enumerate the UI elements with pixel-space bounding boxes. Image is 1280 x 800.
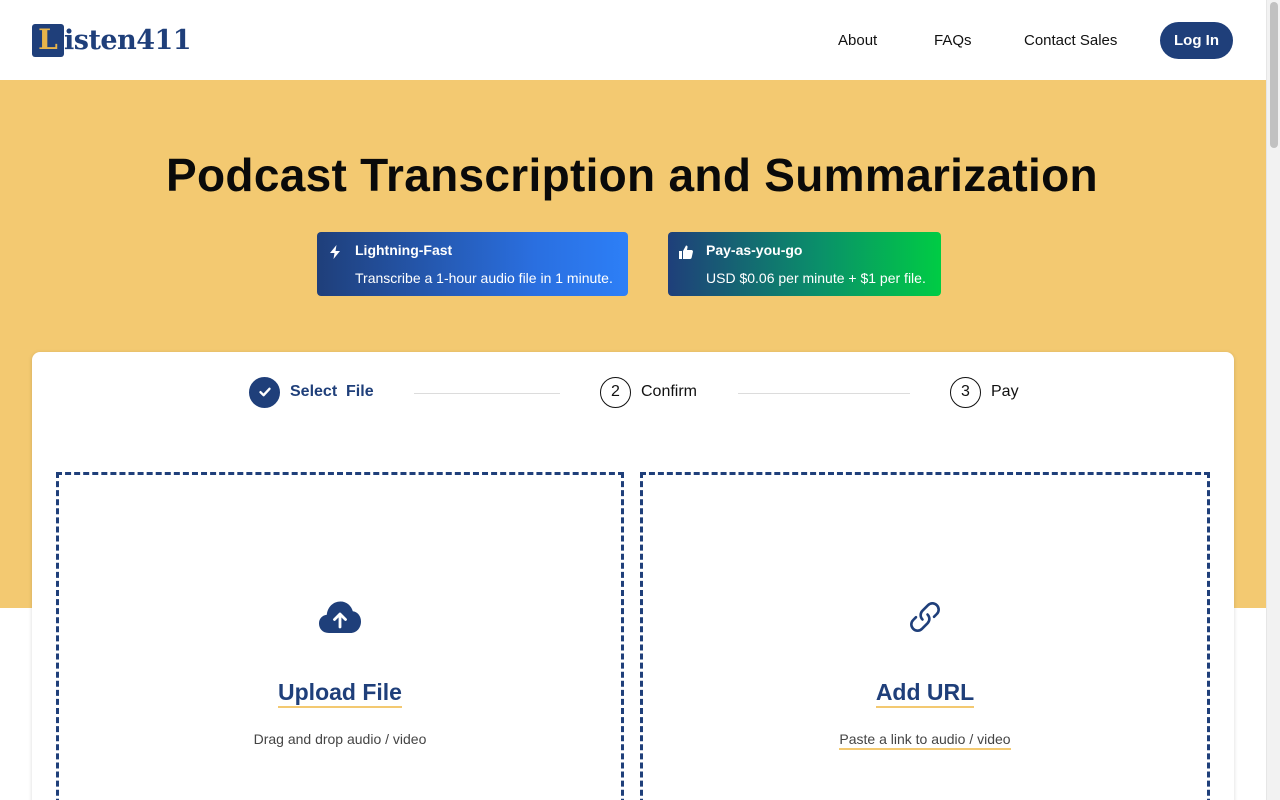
step-connector [738, 393, 910, 394]
add-url-title[interactable]: Add URL [875, 679, 975, 708]
step-number: 2 [600, 376, 631, 408]
step-label: Confirm [641, 383, 698, 400]
upload-file-title[interactable]: Upload File [278, 679, 402, 708]
feature-title: Pay-as-you-go [706, 242, 803, 258]
upload-file-dropzone[interactable]: Upload File Drag and drop audio / video [56, 472, 624, 800]
nav-contact-sales-link[interactable]: Contact Sales [1024, 32, 1117, 49]
site-header: L isten411 About FAQs Contact Sales Log … [0, 0, 1266, 80]
step-label: Select File [290, 383, 374, 400]
feature-description: USD $0.06 per minute + $1 per file. [706, 270, 926, 286]
feature-description: Transcribe a 1-hour audio file in 1 minu… [355, 270, 613, 286]
add-url-subtitle[interactable]: Paste a link to audio / video [839, 731, 1011, 750]
feature-pay-as-you-go: Pay-as-you-go USD $0.06 per minute + $1 … [668, 232, 941, 296]
login-button[interactable]: Log In [1160, 22, 1233, 59]
page-title: Podcast Transcription and Summarization [166, 149, 1098, 201]
thumbs-up-icon [679, 245, 693, 259]
logo-text: isten411 [64, 24, 192, 56]
step-label: Pay [991, 383, 1019, 400]
step-connector [414, 393, 560, 394]
step-pay: 3 Pay [950, 376, 1019, 408]
feature-title: Lightning-Fast [355, 242, 453, 258]
step-confirm: 2 Confirm [600, 376, 697, 408]
upload-file-subtitle: Drag and drop audio / video [253, 731, 427, 747]
check-icon [258, 387, 271, 397]
logo[interactable]: L isten411 [32, 23, 192, 57]
nav-about-link[interactable]: About [838, 32, 877, 49]
add-url-dropzone[interactable]: Add URL Paste a link to audio / video [640, 472, 1210, 800]
step-completed-indicator [249, 376, 280, 408]
lightning-icon [330, 245, 340, 259]
nav-faqs-link[interactable]: FAQs [934, 32, 972, 49]
scrollbar-thumb[interactable] [1270, 2, 1278, 148]
logo-mark: L [32, 23, 64, 57]
page-scrollbar[interactable] [1266, 0, 1280, 800]
cloud-upload-icon [318, 597, 362, 637]
upload-card: Select File 2 Confirm 3 Pay Upload File … [32, 352, 1234, 800]
step-number: 3 [950, 376, 981, 408]
step-select-file: Select File [249, 376, 374, 408]
feature-lightning-fast: Lightning-Fast Transcribe a 1-hour audio… [317, 232, 628, 296]
link-icon [903, 597, 947, 637]
